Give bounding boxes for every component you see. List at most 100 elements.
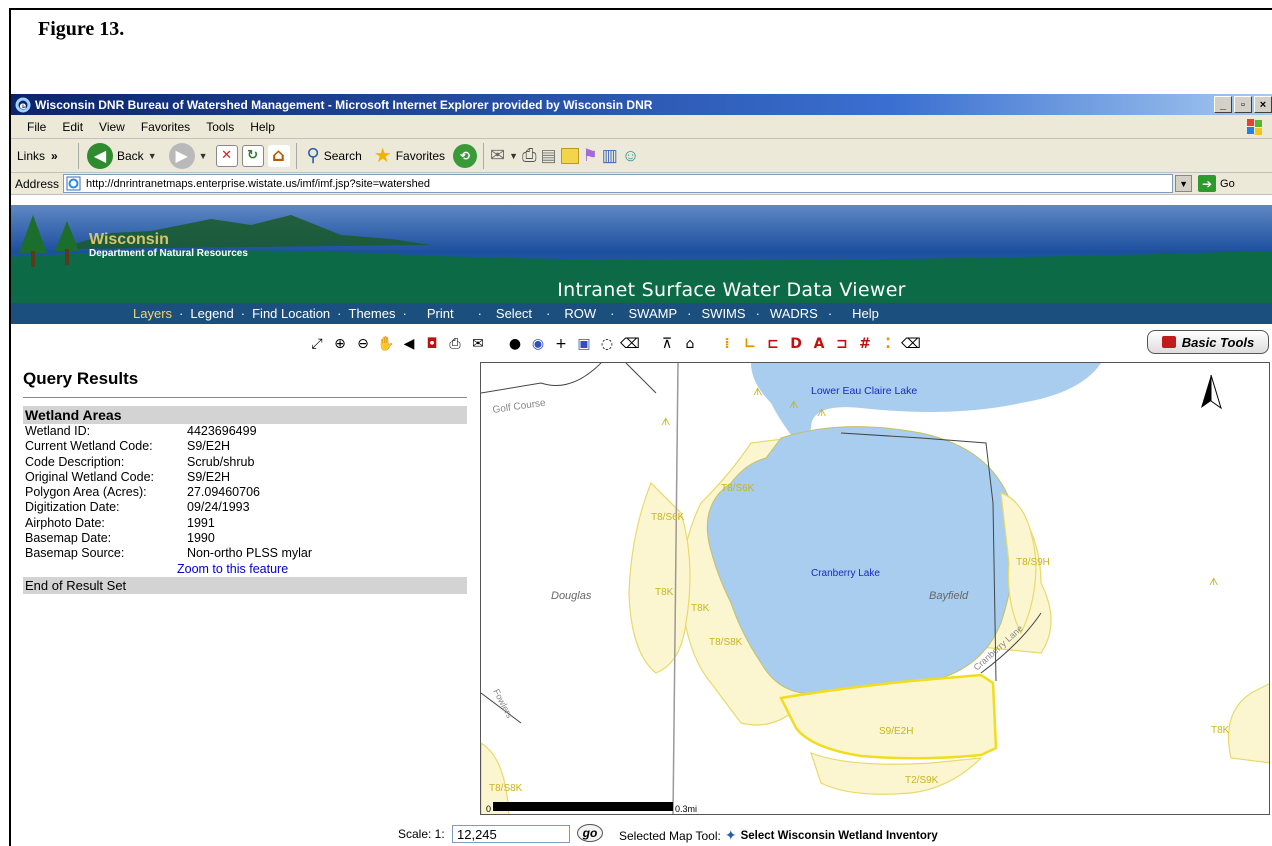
result-row: Polygon Area (Acres): 27.09460706	[23, 485, 467, 500]
full-extent-icon[interactable]: ⤢	[307, 334, 327, 354]
menu-view[interactable]: View	[91, 120, 133, 134]
road-north	[625, 363, 657, 394]
mail-icon[interactable]: ✉	[490, 145, 505, 166]
go-button[interactable]: ➔ Go	[1198, 175, 1235, 192]
select-tool-icon: ✦	[724, 827, 737, 843]
select-radius-icon[interactable]: ◌	[597, 334, 617, 354]
nav-help[interactable]: Help	[852, 306, 879, 321]
back-extent-icon[interactable]: ◀	[399, 334, 419, 354]
result-field-value: Non-ortho PLSS mylar	[187, 546, 313, 561]
road-golf	[481, 363, 602, 394]
refresh-icon[interactable]: ↻	[241, 144, 264, 167]
draw-line-icon[interactable]: ∟	[740, 334, 760, 354]
maximize-button[interactable]: ▫	[1234, 96, 1252, 113]
nav-print[interactable]: Print	[427, 306, 454, 321]
scale-row: Scale: 1: 12,245 go Selected Map Tool: ✦…	[11, 824, 1272, 846]
result-field-label: Current Wetland Code:	[25, 439, 153, 454]
label-douglas: Douglas	[551, 590, 592, 602]
messenger-book-icon[interactable]: ▥	[602, 146, 618, 166]
marsh-symbol: ᗑ	[661, 417, 670, 428]
discuss-icon[interactable]	[560, 147, 579, 164]
select-tool-icon[interactable]: ▣	[574, 334, 594, 354]
zoom-out-icon[interactable]: ⊖	[353, 334, 373, 354]
nav-wadrs[interactable]: WADRS	[770, 306, 818, 321]
refresh-map-icon[interactable]: ◘	[422, 334, 442, 354]
identify-icon[interactable]: ●	[505, 334, 525, 354]
menu-file[interactable]: File	[19, 120, 54, 134]
nav-swamp[interactable]: SWAMP	[629, 306, 678, 321]
back-button[interactable]: ◀ Back ▼	[83, 142, 161, 170]
draw-callout-icon[interactable]: ⊐	[832, 334, 852, 354]
edit-icon[interactable]: ▤	[540, 146, 556, 166]
dnr-banner: Wisconsin Department of Natural Resource…	[11, 205, 1272, 272]
label-bayfield: Bayfield	[929, 590, 969, 602]
nav-layers[interactable]: Layers	[133, 306, 172, 321]
favorites-button[interactable]: ★ Favorites	[370, 142, 449, 170]
query-results-panel: Query Results Wetland Areas Wetland ID: 4…	[23, 369, 467, 594]
hyperlink-icon[interactable]: ◉	[528, 334, 548, 354]
research-icon[interactable]: ⚑	[583, 146, 598, 166]
clear-drawings-icon[interactable]: ⌫	[901, 334, 921, 354]
measure-icon[interactable]: ⊼	[657, 334, 677, 354]
result-section-header: Wetland Areas	[23, 406, 467, 424]
address-dropdown-icon[interactable]: ▼	[1175, 175, 1193, 192]
print-icon[interactable]: ⎙	[522, 145, 536, 166]
buffer-icon[interactable]: ⌂	[680, 334, 700, 354]
menu-help[interactable]: Help	[242, 120, 283, 134]
history-icon[interactable]: ⟲	[453, 143, 478, 168]
draw-grid-icon[interactable]: #	[855, 334, 875, 354]
back-label: Back	[117, 148, 144, 163]
stop-icon[interactable]: ✕	[215, 144, 238, 167]
forward-button[interactable]: ▶ ▼	[165, 142, 212, 170]
zoom-to-feature-link[interactable]: Zoom to this feature	[23, 562, 467, 577]
scale-go-button[interactable]: go	[577, 824, 603, 842]
basic-tools-button[interactable]: Basic Tools	[1147, 330, 1269, 354]
eraser-icon[interactable]: ⌫	[620, 334, 640, 354]
scale-end-label: 0.3mi	[675, 804, 697, 814]
messenger-people-icon[interactable]: ☺	[622, 146, 639, 166]
favorites-star-icon: ★	[373, 145, 392, 167]
label-t2s9k: T2/S9K	[905, 775, 939, 786]
draw-misc-icon[interactable]: ⁚	[878, 334, 898, 354]
links-bar[interactable]: Links »	[15, 142, 79, 169]
result-rows: Wetland ID: 4423696499 Current Wetland Cod…	[23, 424, 467, 562]
add-point-icon[interactable]: +	[551, 334, 571, 354]
label-s9e2h: S9/E2H	[879, 726, 913, 737]
mail-dropdown-icon[interactable]: ▼	[509, 151, 518, 161]
close-button[interactable]: ×	[1254, 96, 1272, 113]
nav-find-location[interactable]: Find Location	[252, 306, 330, 321]
go-label: Go	[1220, 177, 1235, 190]
nav-swims[interactable]: SWIMS	[702, 306, 746, 321]
zoom-in-icon[interactable]: ⊕	[330, 334, 350, 354]
home-icon[interactable]: ⌂	[267, 144, 290, 167]
menu-favorites[interactable]: Favorites	[133, 120, 198, 134]
minimize-button[interactable]: _	[1214, 96, 1232, 113]
basic-tools-label: Basic Tools	[1181, 334, 1255, 350]
result-row: Digitization Date: 09/24/1993	[23, 500, 467, 515]
draw-rectangle-icon[interactable]: ⊏	[763, 334, 783, 354]
menu-tools[interactable]: Tools	[198, 120, 242, 134]
label-t8s8k-bottom: T8/S8K	[489, 783, 523, 794]
pan-hand-icon[interactable]: ✋	[376, 334, 396, 354]
map-canvas[interactable]: Lower Eau Claire Lake Cranberry Lake Dou…	[481, 363, 1270, 815]
email-map-icon[interactable]: ✉	[468, 334, 488, 354]
draw-polygon-icon[interactable]: D	[786, 334, 806, 354]
nav-themes[interactable]: Themes	[349, 306, 396, 321]
menu-edit[interactable]: Edit	[54, 120, 91, 134]
map-view[interactable]: Lower Eau Claire Lake Cranberry Lake Dou…	[480, 362, 1270, 815]
back-arrow-icon: ◀	[87, 142, 113, 169]
nav-legend[interactable]: Legend	[190, 306, 233, 321]
toolbar-separator	[483, 142, 485, 169]
scale-input[interactable]: 12,245	[452, 825, 570, 843]
search-label: Search	[323, 148, 362, 163]
app-title-bar: Intranet Surface Water Data Viewer	[11, 272, 1272, 303]
nav-select[interactable]: Select	[496, 306, 532, 321]
address-input[interactable]: http://dnrintranetmaps.enterprise.wistat…	[63, 174, 1174, 193]
search-button[interactable]: ⚲ Search	[303, 142, 366, 170]
draw-text-icon[interactable]: A	[809, 334, 829, 354]
nav-row[interactable]: ROW	[564, 306, 596, 321]
svg-text:e: e	[20, 101, 27, 112]
print-map-icon[interactable]: ⎙	[445, 334, 465, 354]
banner-wisconsin: Wisconsin	[89, 231, 169, 248]
draw-point-icon[interactable]: ⁞	[717, 334, 737, 354]
